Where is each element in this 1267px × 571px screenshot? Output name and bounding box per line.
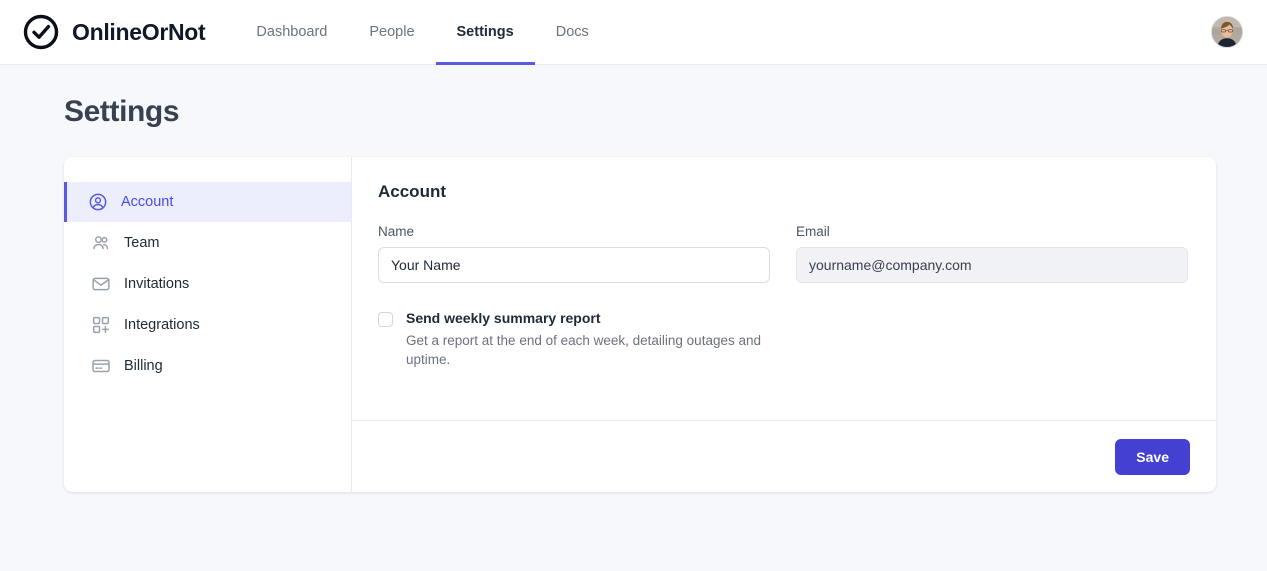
account-panel: Account Name Email Send weekly summary r [352, 157, 1216, 492]
page-title: Settings [64, 95, 180, 128]
users-icon [91, 233, 111, 253]
sidebar-item-label: Account [121, 193, 174, 210]
weekly-report-description: Get a report at the end of each week, de… [406, 332, 761, 368]
sidebar-item-invitations[interactable]: Invitations [64, 264, 351, 304]
check-circle-icon [22, 13, 60, 51]
nav-item-settings[interactable]: Settings [435, 0, 535, 65]
weekly-report-row: Send weekly summary report Get a report … [378, 309, 1188, 369]
weekly-report-checkbox[interactable] [378, 312, 393, 327]
settings-card: Account Team Invitations Integrations Bi… [64, 157, 1216, 492]
top-navigation-bar: OnlineOrNot Dashboard People Settings Do… [0, 0, 1267, 65]
envelope-icon [91, 274, 111, 294]
name-input[interactable] [378, 247, 770, 283]
sidebar-item-label: Team [124, 234, 160, 251]
sidebar-item-label: Integrations [124, 316, 200, 333]
account-fields: Name Email [378, 224, 1188, 283]
settings-sidebar: Account Team Invitations Integrations Bi… [64, 157, 352, 492]
page-container: Settings Account Team Invitations Integr… [0, 65, 1267, 492]
sidebar-item-billing[interactable]: Billing [64, 346, 351, 386]
email-field-label: Email [796, 224, 830, 239]
sidebar-item-label: Billing [124, 357, 163, 374]
account-panel-body: Account Name Email Send weekly summary r [352, 157, 1216, 420]
name-field-label: Name [378, 224, 415, 239]
sidebar-item-account[interactable]: Account [64, 182, 351, 222]
credit-card-icon [91, 356, 111, 376]
sidebar-item-label: Invitations [124, 275, 190, 292]
nav-item-people[interactable]: People [348, 0, 435, 65]
user-avatar[interactable] [1211, 16, 1243, 48]
email-input[interactable] [796, 247, 1188, 283]
email-field-group: Email [796, 224, 1188, 283]
brand-name: OnlineOrNot [72, 18, 206, 45]
nav-item-dashboard[interactable]: Dashboard [235, 0, 348, 65]
save-button[interactable]: Save [1115, 438, 1190, 475]
nav-item-docs[interactable]: Docs [535, 0, 610, 65]
account-panel-footer: Save [352, 420, 1216, 492]
brand-logo-link[interactable]: OnlineOrNot [22, 13, 206, 51]
weekly-report-title: Send weekly summary report [406, 310, 601, 326]
name-field-group: Name [378, 224, 770, 283]
panel-title: Account [378, 182, 446, 201]
weekly-report-text: Send weekly summary report Get a report … [406, 309, 786, 369]
grid-plus-icon [91, 315, 111, 335]
sidebar-item-integrations[interactable]: Integrations [64, 305, 351, 345]
sidebar-item-team[interactable]: Team [64, 223, 351, 263]
user-circle-icon [88, 192, 108, 212]
main-nav: Dashboard People Settings Docs [235, 0, 609, 65]
